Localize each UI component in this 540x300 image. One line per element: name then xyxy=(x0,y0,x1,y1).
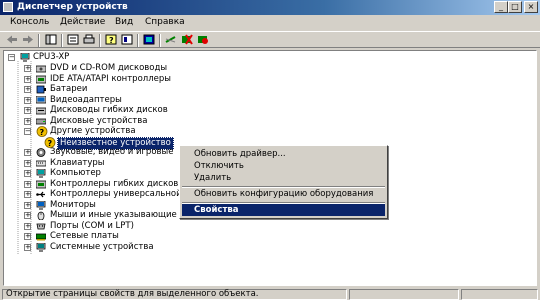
expand-toggle[interactable]: + xyxy=(24,107,31,114)
menu-item-update-driver[interactable]: Обновить драйвер... xyxy=(182,148,385,160)
tree-root-label: CPU3-XP xyxy=(33,52,70,62)
collapse-toggle[interactable]: − xyxy=(24,128,31,135)
toolbar-separator xyxy=(38,34,40,47)
expand-toggle[interactable]: + xyxy=(24,191,31,198)
ide-icon xyxy=(36,75,46,83)
print-icon[interactable] xyxy=(83,34,95,45)
network-icon xyxy=(36,233,46,241)
collapse-toggle[interactable]: − xyxy=(8,54,15,61)
back-icon[interactable] xyxy=(6,34,18,45)
tree-item-label: Видеоадаптеры xyxy=(50,94,122,105)
tree-item-label: Сетевые платы xyxy=(50,231,119,241)
expand-toggle[interactable]: + xyxy=(24,159,31,167)
tree-item-label: Звуковые, видео и игровые xyxy=(50,147,174,157)
expand-toggle[interactable]: + xyxy=(24,243,31,251)
minimize-button[interactable]: _ xyxy=(494,1,508,13)
uninstall-icon[interactable] xyxy=(181,34,193,45)
expand-toggle[interactable]: + xyxy=(24,96,31,104)
tree-item-label: IDE ATA/ATAPI контроллеры xyxy=(50,73,171,84)
expand-toggle[interactable]: + xyxy=(24,180,31,188)
expand-toggle[interactable]: + xyxy=(24,222,31,230)
tree-item-label: Мониторы xyxy=(50,199,96,210)
tree-item-label: Контроллеры универсальной xyxy=(50,189,182,199)
title-bar[interactable]: Диспетчер устройств _ □ × xyxy=(0,0,540,15)
expand-toggle[interactable]: + xyxy=(24,149,31,156)
expand-toggle[interactable]: + xyxy=(24,233,31,240)
tree-item-label: Контроллеры гибких дисков xyxy=(50,178,179,189)
device-manager-app-icon xyxy=(3,2,13,12)
menu-item-scan-hardware[interactable]: Обновить конфигурацию оборудования xyxy=(182,188,385,200)
display-adapter-icon xyxy=(36,95,46,103)
menu-item-properties[interactable]: Свойства xyxy=(182,204,385,216)
scan-hardware-icon[interactable] xyxy=(165,34,177,45)
cdrom-icon xyxy=(36,65,46,73)
system-icon xyxy=(36,242,46,252)
device-manager-window: Диспетчер устройств _ □ × Консоль Действ… xyxy=(0,0,540,300)
toolbar-separator xyxy=(159,34,161,47)
console-tree-icon[interactable] xyxy=(45,34,57,45)
keyboard-icon xyxy=(36,160,46,166)
view-icon[interactable] xyxy=(121,34,133,45)
floppy-controller-icon xyxy=(36,180,46,188)
expand-toggle[interactable]: + xyxy=(24,117,31,125)
computer-icon xyxy=(36,169,46,178)
maximize-button[interactable]: □ xyxy=(508,1,522,13)
context-menu: Обновить драйвер... Отключить Удалить Об… xyxy=(179,145,388,219)
toolbar: ? xyxy=(0,31,540,48)
tree-item-label: DVD и CD-ROM дисководы xyxy=(50,63,168,73)
tree-item-label: Дисководы гибких дисков xyxy=(50,105,168,115)
usb-icon xyxy=(36,191,45,198)
tree-item-label: Батареи xyxy=(50,84,88,94)
tree-item-label: Порты (COM и LPT) xyxy=(50,220,134,231)
update-driver-icon[interactable] xyxy=(143,34,155,45)
svg-text:?: ? xyxy=(109,36,114,45)
battery-icon xyxy=(36,85,46,94)
tree-item-label: Другие устройства xyxy=(50,126,136,136)
unknown-device-icon: ? xyxy=(36,126,48,137)
expand-toggle[interactable]: + xyxy=(24,201,31,209)
tree-item-label: Клавиатуры xyxy=(50,157,105,168)
menu-bar: Консоль Действие Вид Справка xyxy=(0,15,540,30)
disk-icon xyxy=(36,118,46,124)
toolbar-separator xyxy=(99,34,101,47)
expand-toggle[interactable]: + xyxy=(24,86,31,93)
menu-item-uninstall[interactable]: Удалить xyxy=(182,172,385,184)
toolbar-separator xyxy=(61,34,63,47)
disable-icon[interactable] xyxy=(197,34,209,45)
monitor-icon xyxy=(36,200,46,210)
sound-icon xyxy=(36,148,46,157)
expand-toggle[interactable]: + xyxy=(24,65,31,72)
status-pane xyxy=(349,289,459,300)
menu-action[interactable]: Действие xyxy=(60,17,105,27)
toolbar-separator xyxy=(137,34,139,47)
computer-icon xyxy=(20,53,30,62)
mouse-icon xyxy=(37,211,45,220)
menu-view[interactable]: Вид xyxy=(115,17,133,27)
expand-toggle[interactable]: + xyxy=(24,170,31,177)
properties-icon[interactable] xyxy=(67,34,79,45)
status-bar: Открытие страницы свойств для выделенног… xyxy=(0,288,540,300)
status-text: Открытие страницы свойств для выделенног… xyxy=(2,289,347,300)
unknown-device-icon: ? xyxy=(44,136,56,148)
floppy-icon xyxy=(36,107,46,115)
menu-help[interactable]: Справка xyxy=(145,17,185,27)
port-icon xyxy=(36,223,46,229)
tree-item-label: Системные устройства xyxy=(50,241,154,252)
forward-icon[interactable] xyxy=(22,34,34,45)
menu-console[interactable]: Консоль xyxy=(10,17,49,27)
window-title: Диспетчер устройств xyxy=(17,2,128,12)
menu-item-disable[interactable]: Отключить xyxy=(182,160,385,172)
expand-toggle[interactable]: + xyxy=(24,75,31,83)
expand-toggle[interactable]: + xyxy=(24,212,31,219)
close-button[interactable]: × xyxy=(524,1,538,13)
help-icon[interactable]: ? xyxy=(105,34,117,45)
status-pane xyxy=(461,289,538,300)
tree-item-label: Компьютер xyxy=(50,168,101,178)
tree-item-label: Дисковые устройства xyxy=(50,115,148,126)
